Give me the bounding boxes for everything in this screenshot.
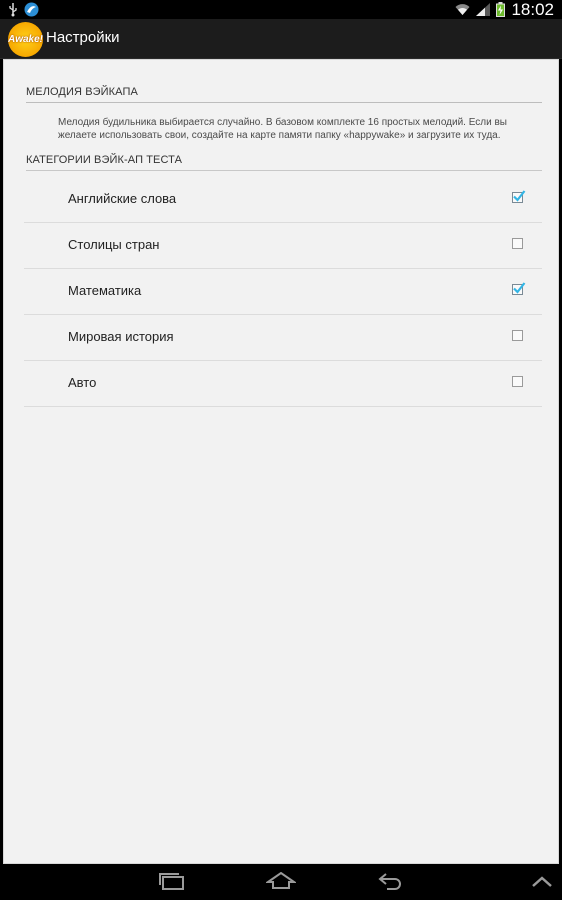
status-bar: 18:02 (0, 0, 562, 19)
home-icon (264, 871, 298, 895)
category-label: Математика (68, 283, 142, 298)
category-checkbox[interactable] (512, 376, 523, 387)
category-checkbox[interactable] (512, 282, 526, 295)
notification-icon (24, 2, 39, 17)
app-logo-text: Awake! (8, 34, 43, 45)
action-bar: Awake! Настройки (0, 19, 562, 59)
back-button[interactable] (370, 870, 410, 896)
category-label: Английские слова (68, 191, 177, 206)
category-checkbox[interactable] (512, 190, 526, 203)
category-row-capitals[interactable]: Столицы стран (24, 223, 542, 269)
status-bar-left (8, 1, 39, 18)
back-icon (377, 872, 403, 895)
category-row-auto[interactable]: Авто (24, 361, 542, 407)
app-logo[interactable]: Awake! (8, 22, 43, 57)
category-checkbox[interactable] (512, 330, 523, 341)
page-title: Настройки (46, 29, 120, 46)
checkmark-icon (513, 282, 526, 294)
home-button[interactable] (261, 870, 301, 896)
menu-up-button[interactable] (522, 870, 562, 896)
category-row-history[interactable]: Мировая история (24, 315, 542, 361)
recent-apps-button[interactable] (152, 870, 192, 896)
usb-icon (8, 2, 18, 17)
clock: 18:02 (511, 0, 554, 19)
category-row-english[interactable]: Английские слова (24, 177, 542, 223)
category-label: Столицы стран (68, 237, 160, 252)
navigation-bar (0, 866, 562, 900)
settings-content: МЕЛОДИЯ ВЭЙКАПА Мелодия будильника выбир… (3, 59, 559, 864)
melody-description: Мелодия будильника выбирается случайно. … (58, 117, 507, 141)
category-label: Авто (68, 375, 97, 390)
category-row-math[interactable]: Математика (24, 269, 542, 315)
category-checkbox[interactable] (512, 238, 523, 249)
status-bar-right: 18:02 (455, 0, 554, 19)
battery-charging-icon (496, 2, 506, 17)
categories-section-header: КАТЕГОРИИ ВЭЙК-АП ТЕСТА (26, 154, 542, 171)
melody-section-header: МЕЛОДИЯ ВЭЙКАПА (26, 86, 542, 103)
category-label: Мировая история (68, 329, 174, 344)
menu-up-icon (531, 874, 553, 892)
signal-icon (476, 3, 491, 16)
categories-list: Английские слова Столицы стран Математик… (24, 177, 542, 407)
recent-apps-icon (159, 872, 185, 895)
wifi-icon (455, 3, 470, 16)
checkmark-icon (513, 190, 526, 202)
